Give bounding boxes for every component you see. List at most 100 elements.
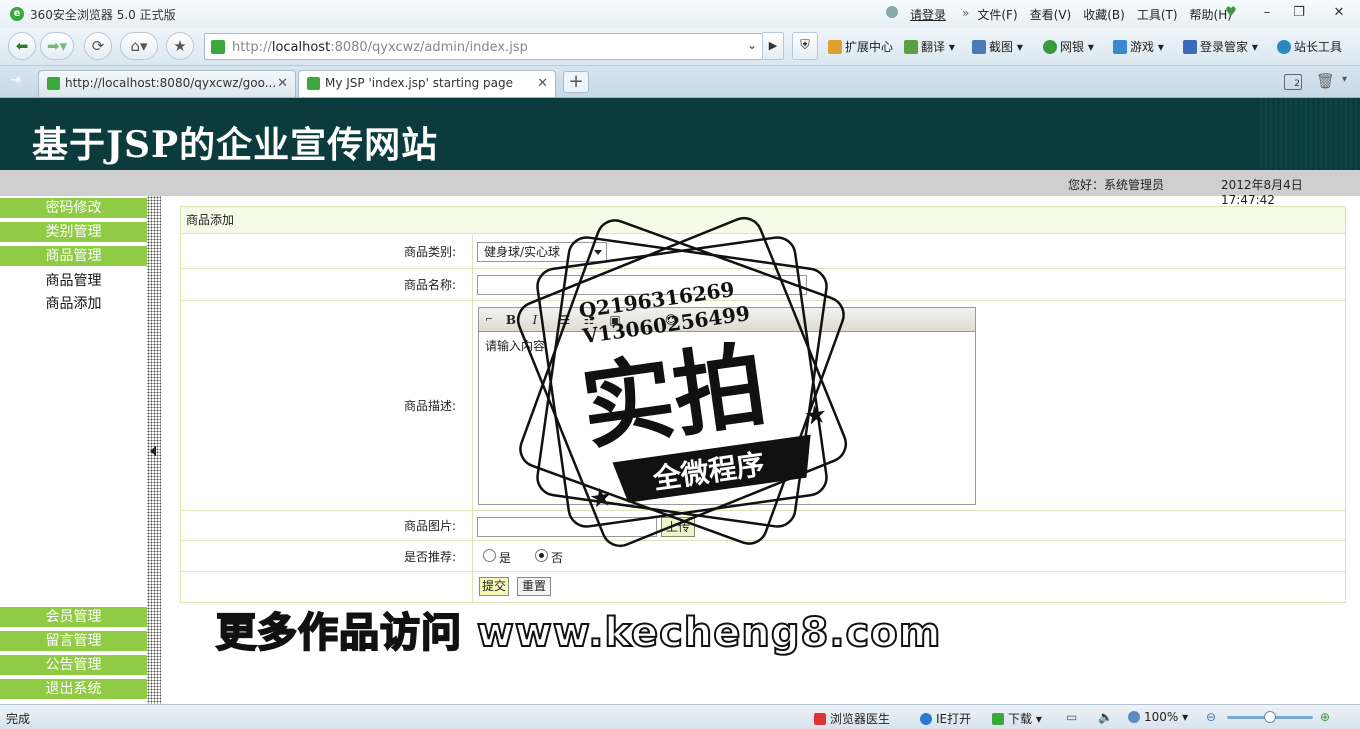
upload-button[interactable]: 上传 — [661, 517, 695, 537]
trash-icon[interactable]: 🗑 — [1316, 72, 1335, 90]
minimize-button[interactable]: – — [1256, 4, 1278, 22]
menu-tools[interactable]: 工具(T) — [1137, 6, 1178, 23]
zoom-control[interactable]: 100% ▾ — [1128, 710, 1188, 724]
sidebar-subitem-goods-add[interactable]: 商品添加 — [0, 293, 147, 313]
toolbar-games[interactable]: 游戏 ▾ — [1113, 38, 1164, 55]
skin-icon[interactable]: ♥ — [1220, 4, 1242, 22]
browser-status-bar: 完成 浏览器医生 IE打开 下载 ▾ ▭ 🔈 100% ▾ ⊖ ⊕ — [0, 704, 1360, 729]
toolbar-webmaster[interactable]: 站长工具 — [1277, 38, 1342, 55]
restore-button[interactable]: ❐ — [1288, 4, 1310, 22]
toolbar-screenshot[interactable]: 截图 ▾ — [972, 38, 1023, 55]
submit-button[interactable]: 提交 — [479, 577, 509, 596]
sidebar-item-members[interactable]: 会员管理 — [0, 607, 147, 628]
new-tab-button[interactable]: + — [563, 71, 589, 93]
actions-cell: 提交 重置 — [477, 572, 1345, 603]
menu-file[interactable]: 文件(F) — [977, 6, 1017, 23]
sidebar-item-category[interactable]: 类别管理 — [0, 222, 147, 243]
menu-view[interactable]: 查看(V) — [1030, 6, 1072, 23]
ie-icon — [920, 713, 932, 725]
zoom-out-icon[interactable]: ⊖ — [1206, 710, 1216, 724]
play-icon: ▶ — [768, 39, 778, 52]
watermark-banner: 更多作品访问 www.kecheng8.com — [215, 609, 942, 657]
zoom-level: 100% — [1144, 710, 1179, 724]
speaker-icon[interactable]: 🔈 — [1098, 710, 1113, 724]
home-icon: ⌂▾ — [130, 37, 148, 55]
tab-count-icon[interactable]: 2 — [1284, 74, 1302, 90]
sidebar-subitem-goods-manage[interactable]: 商品管理 — [0, 270, 147, 290]
screen-icon[interactable]: ▭ — [1066, 710, 1077, 724]
frame-splitter[interactable] — [147, 196, 161, 704]
favorite-button[interactable]: ★ — [166, 32, 194, 60]
browser-nav-bar: ⬅ ➡▾ ⟳ ⌂▾ ★ http://localhost:8080/qyxcwz… — [0, 28, 1360, 66]
toolbar-login-manager[interactable]: 登录管家 ▾ — [1183, 38, 1258, 55]
name-input[interactable] — [477, 275, 807, 295]
login-link[interactable]: 请登录 — [910, 6, 946, 23]
toolbar-extensions[interactable]: 扩展中心 — [828, 38, 893, 55]
ie-open[interactable]: IE打开 — [920, 710, 971, 727]
menu-separator-icon: » — [962, 6, 970, 20]
plus-icon: + — [568, 71, 584, 92]
download-label: 下载 — [1008, 712, 1033, 726]
download-icon — [992, 713, 1004, 725]
toolbar-webmaster-label: 站长工具 — [1294, 40, 1343, 54]
toolbar-bank[interactable]: 网银 ▾ — [1043, 38, 1094, 55]
bold-icon[interactable]: B — [503, 312, 519, 328]
address-dropdown-icon[interactable]: ⌄ — [747, 38, 757, 52]
category-select[interactable]: 健身球/实心球 — [477, 242, 607, 262]
reset-button[interactable]: 重置 — [517, 577, 551, 596]
editor-body[interactable]: 请输入内容 — [479, 332, 975, 359]
emoticon-icon[interactable]: ☺ — [663, 312, 679, 328]
back-button[interactable]: ⬅ — [8, 32, 36, 60]
sidebar-item-password[interactable]: 密码修改 — [0, 198, 147, 219]
recommend-cell: 是 否 — [477, 541, 1345, 571]
collapse-arrow-icon[interactable] — [150, 446, 156, 456]
sidebar-item-logout[interactable]: 退出系统 — [0, 679, 147, 700]
url-prefix: http:// — [232, 40, 272, 55]
zoom-slider-knob[interactable] — [1264, 711, 1276, 723]
security-button[interactable]: ⛨ — [792, 32, 818, 60]
image-icon[interactable]: ▣ — [607, 312, 623, 328]
tab-close-icon[interactable]: ✕ — [537, 71, 548, 96]
tab-index[interactable]: My JSP 'index.jsp' starting page ✕ — [298, 70, 556, 97]
tab-count: 2 — [1294, 79, 1300, 89]
ordered-list-icon[interactable]: ☰ — [557, 312, 573, 328]
sidebar-item-notices[interactable]: 公告管理 — [0, 655, 147, 676]
forward-button[interactable]: ➡▾ — [40, 32, 74, 60]
go-button[interactable]: ▶ — [762, 32, 784, 60]
recommend-no-radio[interactable] — [535, 549, 548, 562]
tab-close-icon[interactable]: ✕ — [277, 71, 288, 96]
tab-index-title: My JSP 'index.jsp' starting page — [325, 76, 514, 90]
refresh-button[interactable]: ⟳ — [84, 32, 112, 60]
menu-favorites[interactable]: 收藏(B) — [1083, 6, 1125, 23]
home-button[interactable]: ⌂▾ — [120, 32, 158, 60]
tab-goods[interactable]: http://localhost:8080/qyxcwz/goo... ✕ — [38, 70, 296, 97]
back-arrow-icon: ⬅ — [15, 37, 29, 55]
address-bar[interactable]: http://localhost:8080/qyxcwz/admin/index… — [204, 33, 784, 60]
recommend-yes-radio[interactable] — [483, 549, 496, 562]
tab-page-icon — [307, 77, 320, 90]
description-label: 商品描述: — [181, 301, 473, 510]
sidebar-toggle-icon[interactable]: ⇥ — [10, 73, 21, 88]
italic-icon[interactable]: I — [527, 312, 543, 328]
close-window-button[interactable]: ✕ — [1328, 4, 1350, 22]
forward-arrow-icon: ➡▾ — [46, 37, 68, 55]
toolbar-login-manager-label: 登录管家 — [1200, 40, 1249, 54]
editor-source-icon[interactable]: ⌐ — [481, 312, 497, 328]
key-icon — [1183, 40, 1197, 54]
goods-add-panel: 商品添加 商品类别: 健身球/实心球 商品名称: 商品描述: ⌐ B I ☰ ☷ — [180, 206, 1346, 603]
name-cell — [477, 269, 1345, 300]
toolbar-translate[interactable]: 翻译 ▾ — [904, 38, 955, 55]
cube-icon — [828, 40, 842, 54]
tab-menu-icon[interactable]: ▾ — [1342, 74, 1347, 85]
editor-toolbar: ⌐ B I ☰ ☷ ▣ ☺ — [479, 308, 975, 332]
row-actions: 提交 重置 — [181, 572, 1345, 603]
image-path-input[interactable] — [477, 517, 657, 537]
name-label: 商品名称: — [181, 269, 473, 300]
sidebar-item-goods[interactable]: 商品管理 — [0, 246, 147, 267]
download-button[interactable]: 下载 ▾ — [992, 710, 1042, 727]
zoom-in-icon[interactable]: ⊕ — [1320, 710, 1330, 724]
browser-doctor[interactable]: 浏览器医生 — [814, 710, 890, 727]
unordered-list-icon[interactable]: ☷ — [581, 312, 597, 328]
translate-icon — [904, 40, 918, 54]
sidebar-item-messages[interactable]: 留言管理 — [0, 631, 147, 652]
